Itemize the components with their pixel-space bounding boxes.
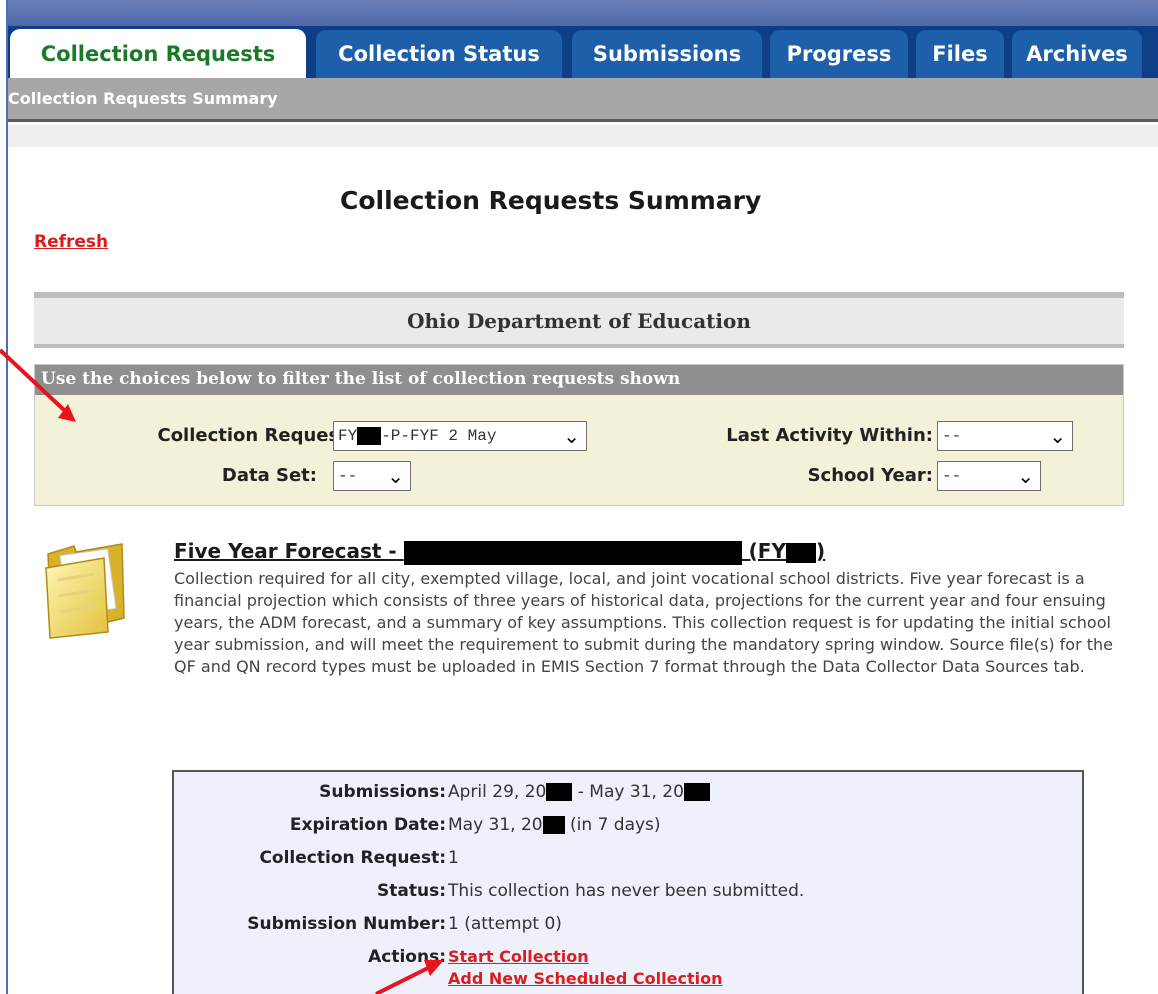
tab-progress[interactable]: Progress bbox=[770, 30, 908, 78]
school-year-label: School Year: bbox=[807, 465, 933, 486]
data-set-select[interactable]: -- ⌄ bbox=[333, 461, 411, 491]
window-left-edge bbox=[0, 0, 8, 994]
collection-request-value-prefix: FY bbox=[338, 427, 358, 446]
header-band-top bbox=[8, 0, 1158, 26]
tab-files[interactable]: Files bbox=[916, 30, 1004, 78]
submissions-value: April 29, 20 - May 31, 20 bbox=[448, 782, 710, 802]
start-collection-link[interactable]: Start Collection bbox=[448, 947, 589, 966]
collection-request-select[interactable]: FY -P-FYF 2 May ⌄ bbox=[333, 421, 587, 451]
status-label: Status: bbox=[377, 881, 446, 901]
last-activity-label: Last Activity Within: bbox=[726, 425, 933, 446]
page-title: Collection Requests Summary bbox=[340, 186, 762, 215]
organization-name: Ohio Department of Education bbox=[407, 309, 751, 333]
tab-archives[interactable]: Archives bbox=[1012, 30, 1142, 78]
last-activity-value: -- bbox=[942, 427, 962, 445]
submission-number-label: Submission Number: bbox=[247, 914, 446, 934]
item-title-prefix: Five Year Forecast - bbox=[174, 539, 397, 563]
last-activity-select[interactable]: -- ⌄ bbox=[937, 421, 1073, 451]
chevron-down-icon: ⌄ bbox=[1049, 424, 1066, 448]
expiration-label: Expiration Date: bbox=[289, 815, 446, 835]
tab-collection-status[interactable]: Collection Status bbox=[316, 30, 562, 78]
collection-request-label: Collection Request: bbox=[157, 425, 355, 446]
submissions-label: Submissions: bbox=[319, 782, 446, 802]
data-set-label: Data Set: bbox=[221, 465, 317, 486]
status-value: This collection has never been submitted… bbox=[448, 881, 805, 901]
organization-bar: Ohio Department of Education bbox=[34, 292, 1124, 348]
chevron-down-icon: ⌄ bbox=[387, 464, 404, 488]
refresh-link[interactable]: Refresh bbox=[34, 232, 108, 252]
filter-panel: Use the choices below to filter the list… bbox=[34, 364, 1124, 506]
school-year-value: -- bbox=[942, 467, 962, 485]
breadcrumb[interactable]: Collection Requests Summary bbox=[8, 89, 278, 108]
collection-request-value-suffix: -P-FYF 2 May bbox=[381, 427, 497, 446]
redaction-mark bbox=[357, 427, 382, 445]
school-year-select[interactable]: -- ⌄ bbox=[937, 461, 1041, 491]
status-row: Status: This collection has never been s… bbox=[174, 881, 1086, 909]
submissions-row: Submissions: April 29, 20 - May 31, 20 bbox=[174, 782, 1086, 810]
chevron-down-icon: ⌄ bbox=[563, 424, 580, 448]
expiration-value: May 31, 20 (in 7 days) bbox=[448, 815, 661, 835]
actions-label: Actions: bbox=[368, 947, 446, 967]
collection-request-detail-value: 1 bbox=[448, 848, 459, 868]
tab-submissions[interactable]: Submissions bbox=[572, 30, 762, 78]
collection-request-row: Collection Request: 1 bbox=[174, 848, 1086, 876]
expiration-row: Expiration Date: May 31, 20 (in 7 days) bbox=[174, 815, 1086, 843]
redaction-mark bbox=[542, 816, 565, 834]
item-description: Collection required for all city, exempt… bbox=[174, 569, 1114, 676]
redaction-mark bbox=[683, 783, 710, 801]
item-title-fy-suffix: ) bbox=[815, 539, 826, 563]
collection-details-box: Submissions: April 29, 20 - May 31, 20 E… bbox=[172, 770, 1084, 994]
redaction-mark bbox=[403, 540, 742, 565]
item-title-fy-prefix: (FY bbox=[748, 539, 786, 563]
submission-number-row: Submission Number: 1 (attempt 0) bbox=[174, 914, 1086, 942]
tab-bar: Collection Requests Collection Status Su… bbox=[8, 29, 1158, 79]
collection-request-detail-label: Collection Request: bbox=[259, 848, 446, 868]
redaction-mark bbox=[785, 542, 816, 563]
filter-heading: Use the choices below to filter the list… bbox=[35, 365, 1123, 395]
data-set-value: -- bbox=[338, 467, 358, 485]
tab-collection-requests[interactable]: Collection Requests bbox=[10, 29, 306, 79]
chevron-down-icon: ⌄ bbox=[1017, 464, 1034, 488]
add-scheduled-collection-link[interactable]: Add New Scheduled Collection bbox=[448, 969, 722, 988]
sub-navigation: Collection Requests Summary bbox=[8, 78, 1158, 122]
redaction-mark bbox=[546, 783, 573, 801]
item-title[interactable]: Five Year Forecast - (FY) bbox=[174, 539, 825, 565]
folder-icon bbox=[45, 543, 125, 639]
submission-number-value: 1 (attempt 0) bbox=[448, 914, 562, 934]
actions-row-2: Add New Scheduled Collection bbox=[174, 969, 1086, 994]
spacer-strip bbox=[8, 125, 1158, 147]
